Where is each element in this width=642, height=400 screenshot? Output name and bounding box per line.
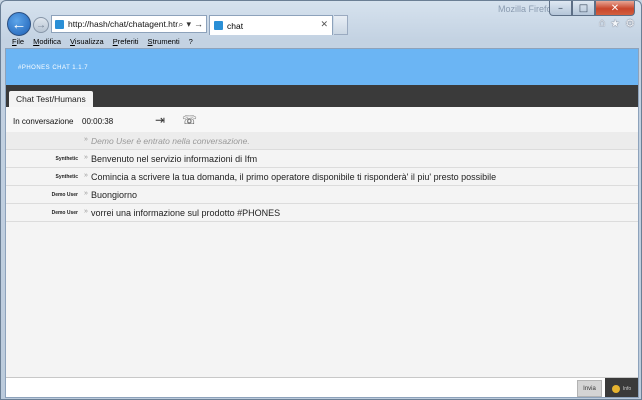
hang-up-icon[interactable]: ☏ bbox=[182, 113, 197, 127]
forward-arrow-icon: → bbox=[36, 19, 46, 31]
page-viewport: #PHONES CHAT 1.1.7 Chat Test/Humans In c… bbox=[5, 48, 639, 398]
message-bullet: » bbox=[84, 190, 88, 197]
navigation-bar: ← → http://hash/chat/chatagent.htm ⌕ ▾ →… bbox=[1, 12, 642, 38]
browser-tools: ⌂ ★ ⚙ bbox=[599, 17, 635, 30]
forward-button[interactable]: → bbox=[33, 17, 49, 33]
back-arrow-icon: ← bbox=[11, 15, 27, 33]
emoji-panel[interactable]: Info bbox=[605, 378, 638, 397]
message-sender: Demo User bbox=[51, 192, 78, 198]
message-sender: Synthetic bbox=[55, 156, 78, 162]
address-url[interactable]: http://hash/chat/chatagent.htm bbox=[68, 19, 178, 29]
message-text: Buongiorno bbox=[91, 190, 138, 200]
smiley-icon[interactable] bbox=[611, 385, 620, 393]
tab-close-icon[interactable]: ✕ bbox=[320, 19, 328, 30]
message-text: Demo User è entrato nella conversazione. bbox=[91, 136, 250, 146]
new-tab-button[interactable] bbox=[334, 15, 348, 35]
home-icon[interactable]: ⌂ bbox=[599, 17, 606, 30]
chat-message: Synthetic » Comincia a scrivere la tua d… bbox=[6, 168, 638, 186]
emoji-label: Info bbox=[622, 386, 632, 392]
tab-title: chat bbox=[227, 20, 244, 31]
chat-message: Demo User » vorrei una informazione sul … bbox=[6, 204, 638, 222]
app-header: #PHONES CHAT 1.1.7 bbox=[6, 49, 638, 85]
tab-favicon-icon bbox=[214, 21, 223, 30]
tab-chat-test-humans[interactable]: Chat Test/Humans bbox=[9, 91, 93, 107]
transfer-icon[interactable]: ⇥ bbox=[155, 113, 165, 127]
conversation-timer: 00:00:38 bbox=[82, 117, 114, 126]
favorites-star-icon[interactable]: ★ bbox=[610, 17, 620, 30]
message-text: Comincia a scrivere la tua domanda, il p… bbox=[91, 172, 497, 182]
dropdown-icon[interactable]: ▾ bbox=[186, 19, 191, 30]
message-sender: Synthetic bbox=[55, 174, 78, 180]
browser-window: Mozilla Firefox – □ ✕ ← → http://hash/ch… bbox=[0, 0, 642, 400]
browser-tab-chat[interactable]: chat ✕ bbox=[209, 15, 333, 35]
message-bullet: » bbox=[84, 136, 88, 143]
address-bar[interactable]: http://hash/chat/chatagent.htm ⌕ ▾ → bbox=[51, 15, 207, 33]
send-button[interactable]: Invia bbox=[577, 380, 602, 397]
go-arrow-icon[interactable]: → bbox=[194, 19, 203, 29]
site-favicon-icon bbox=[55, 19, 64, 29]
chat-message: Synthetic » Benvenuto nel servizio infor… bbox=[6, 150, 638, 168]
message-text: vorrei una informazione sul prodotto #PH… bbox=[91, 208, 281, 218]
search-icon[interactable]: ⌕ bbox=[178, 19, 183, 30]
message-text: Benvenuto nel servizio informazioni di I… bbox=[91, 154, 258, 164]
app-title: #PHONES CHAT 1.1.7 bbox=[18, 65, 89, 71]
message-bullet: » bbox=[84, 208, 88, 215]
back-button[interactable]: ← bbox=[7, 12, 31, 36]
message-bullet: » bbox=[84, 154, 88, 161]
system-message: » Demo User è entrato nella conversazion… bbox=[6, 132, 638, 150]
status-label: In conversazione bbox=[13, 117, 74, 126]
message-input-bar[interactable]: Invia Info bbox=[6, 377, 638, 397]
message-bullet: » bbox=[84, 172, 88, 179]
settings-gear-icon[interactable]: ⚙ bbox=[625, 17, 635, 30]
conversation-status-bar: In conversazione 00:00:38 ⇥ ☏ bbox=[6, 107, 638, 132]
message-sender: Demo User bbox=[51, 210, 78, 216]
chat-message: Demo User » Buongiorno bbox=[6, 186, 638, 204]
chat-tabbar: Chat Test/Humans bbox=[6, 85, 638, 107]
message-list: » Demo User è entrato nella conversazion… bbox=[6, 132, 638, 222]
